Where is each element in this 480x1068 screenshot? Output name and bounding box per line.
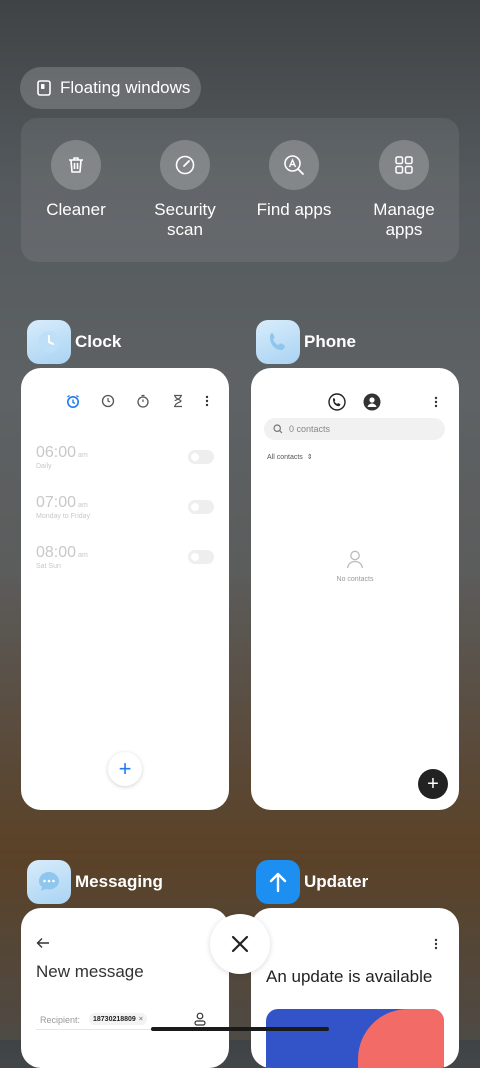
recipient-number: 18730218809 <box>93 1015 136 1023</box>
updater-app-name: Updater <box>304 872 369 891</box>
security-scan-button[interactable]: Security scan <box>135 140 235 240</box>
alarm-toggle[interactable] <box>188 450 214 464</box>
update-heading: An update is available <box>266 967 433 986</box>
home-indicator[interactable] <box>151 1027 329 1031</box>
plus-icon: + <box>118 756 132 781</box>
security-scan-label: Security scan <box>154 200 216 239</box>
alarm-item[interactable]: 08:00 am Sat Sun <box>36 544 88 570</box>
clock-app-name: Clock <box>75 332 122 351</box>
clock-app-icon <box>27 320 71 364</box>
alarm-ampm: am <box>78 552 88 559</box>
clock-app-header[interactable]: Clock <box>27 320 121 364</box>
manage-apps-button[interactable]: Manage apps <box>354 140 454 240</box>
sort-chevron-icon: ⇕ <box>306 454 313 461</box>
more-options-icon[interactable] <box>433 395 439 409</box>
alarm-ampm: am <box>78 452 88 459</box>
search-placeholder: 0 contacts <box>289 424 331 434</box>
world-clock-tab-icon[interactable] <box>101 394 115 408</box>
clock-tabs <box>21 394 229 410</box>
phone-app-card[interactable]: 0 contacts All contacts ⇕ No contacts + <box>251 368 459 810</box>
recipient-chip[interactable]: 18730218809 × <box>89 1013 147 1025</box>
phone-app-header[interactable]: Phone <box>256 320 356 364</box>
more-options-icon[interactable] <box>204 394 210 408</box>
alarm-tab-icon[interactable] <box>66 394 80 408</box>
contacts-tab-icon[interactable] <box>363 393 381 411</box>
stopwatch-tab-icon[interactable] <box>136 394 150 408</box>
more-options-icon[interactable] <box>433 937 439 951</box>
messaging-app-icon <box>27 860 71 904</box>
clear-all-button[interactable] <box>210 914 270 974</box>
find-apps-button[interactable]: Find apps <box>244 140 344 220</box>
add-contact-button[interactable]: + <box>418 769 448 799</box>
new-message-title: New message <box>36 962 144 981</box>
cleaner-label: Cleaner <box>46 200 106 219</box>
back-arrow-icon[interactable] <box>36 937 50 949</box>
floating-window-icon <box>36 79 52 97</box>
timer-tab-icon[interactable] <box>171 394 185 408</box>
updater-app-card[interactable]: An update is available <box>251 908 459 1068</box>
plus-icon: + <box>427 773 439 795</box>
banner-coral-shape <box>358 1009 444 1068</box>
cleaner-button[interactable]: Cleaner <box>26 140 126 220</box>
alarm-toggle[interactable] <box>188 500 214 514</box>
phone-app-icon <box>256 320 300 364</box>
manage-apps-label: Manage apps <box>373 200 435 239</box>
contacts-search-input[interactable]: 0 contacts <box>264 418 445 440</box>
messaging-app-name: Messaging <box>75 872 163 891</box>
dialer-tab-icon[interactable] <box>328 393 346 411</box>
alarm-toggle[interactable] <box>188 550 214 564</box>
phone-app-name: Phone <box>304 332 356 351</box>
alarm-repeat: Monday to Friday <box>36 513 91 520</box>
search-icon <box>273 424 283 434</box>
alarm-repeat: Sat Sun <box>36 563 61 570</box>
messaging-app-header[interactable]: Messaging <box>27 860 163 904</box>
person-icon <box>346 550 364 569</box>
remove-recipient-icon[interactable]: × <box>139 1016 143 1023</box>
trash-icon <box>51 140 101 190</box>
close-icon <box>231 935 249 953</box>
messaging-app-card[interactable]: New message Recipient: 18730218809 × <box>21 908 229 1068</box>
add-alarm-button[interactable]: + <box>108 752 142 786</box>
alarm-time: 08:00 <box>36 544 77 561</box>
contact-picker-icon[interactable] <box>194 1012 206 1026</box>
alarm-repeat: Daily <box>36 463 52 470</box>
alarm-item[interactable]: 07:00 am Monday to Friday <box>36 494 90 520</box>
updater-app-header[interactable]: Updater <box>256 860 368 904</box>
alarm-time: 07:00 <box>36 494 77 511</box>
floating-windows-label: Floating windows <box>60 78 191 97</box>
grid-icon <box>379 140 429 190</box>
empty-contacts-text: No contacts <box>336 576 374 583</box>
quick-tools-panel: Cleaner Security scan Find apps Manage a… <box>21 118 459 262</box>
floating-windows-button[interactable]: Floating windows <box>20 67 201 109</box>
alarm-item[interactable]: 06:00 am Daily <box>36 444 88 470</box>
alarm-ampm: am <box>78 502 88 509</box>
updater-app-icon <box>256 860 300 904</box>
alarm-time: 06:00 <box>36 444 77 461</box>
update-banner-image <box>266 1009 444 1068</box>
contacts-filter-label: All contacts <box>267 453 303 461</box>
security-scan-icon <box>160 140 210 190</box>
recipient-label: Recipient: <box>40 1015 81 1025</box>
find-apps-label: Find apps <box>256 200 332 219</box>
find-apps-icon <box>269 140 319 190</box>
clock-app-card[interactable]: 06:00 am Daily 07:00 am Monday to Friday 0… <box>21 368 229 810</box>
contacts-filter-dropdown[interactable]: All contacts ⇕ <box>267 453 313 462</box>
